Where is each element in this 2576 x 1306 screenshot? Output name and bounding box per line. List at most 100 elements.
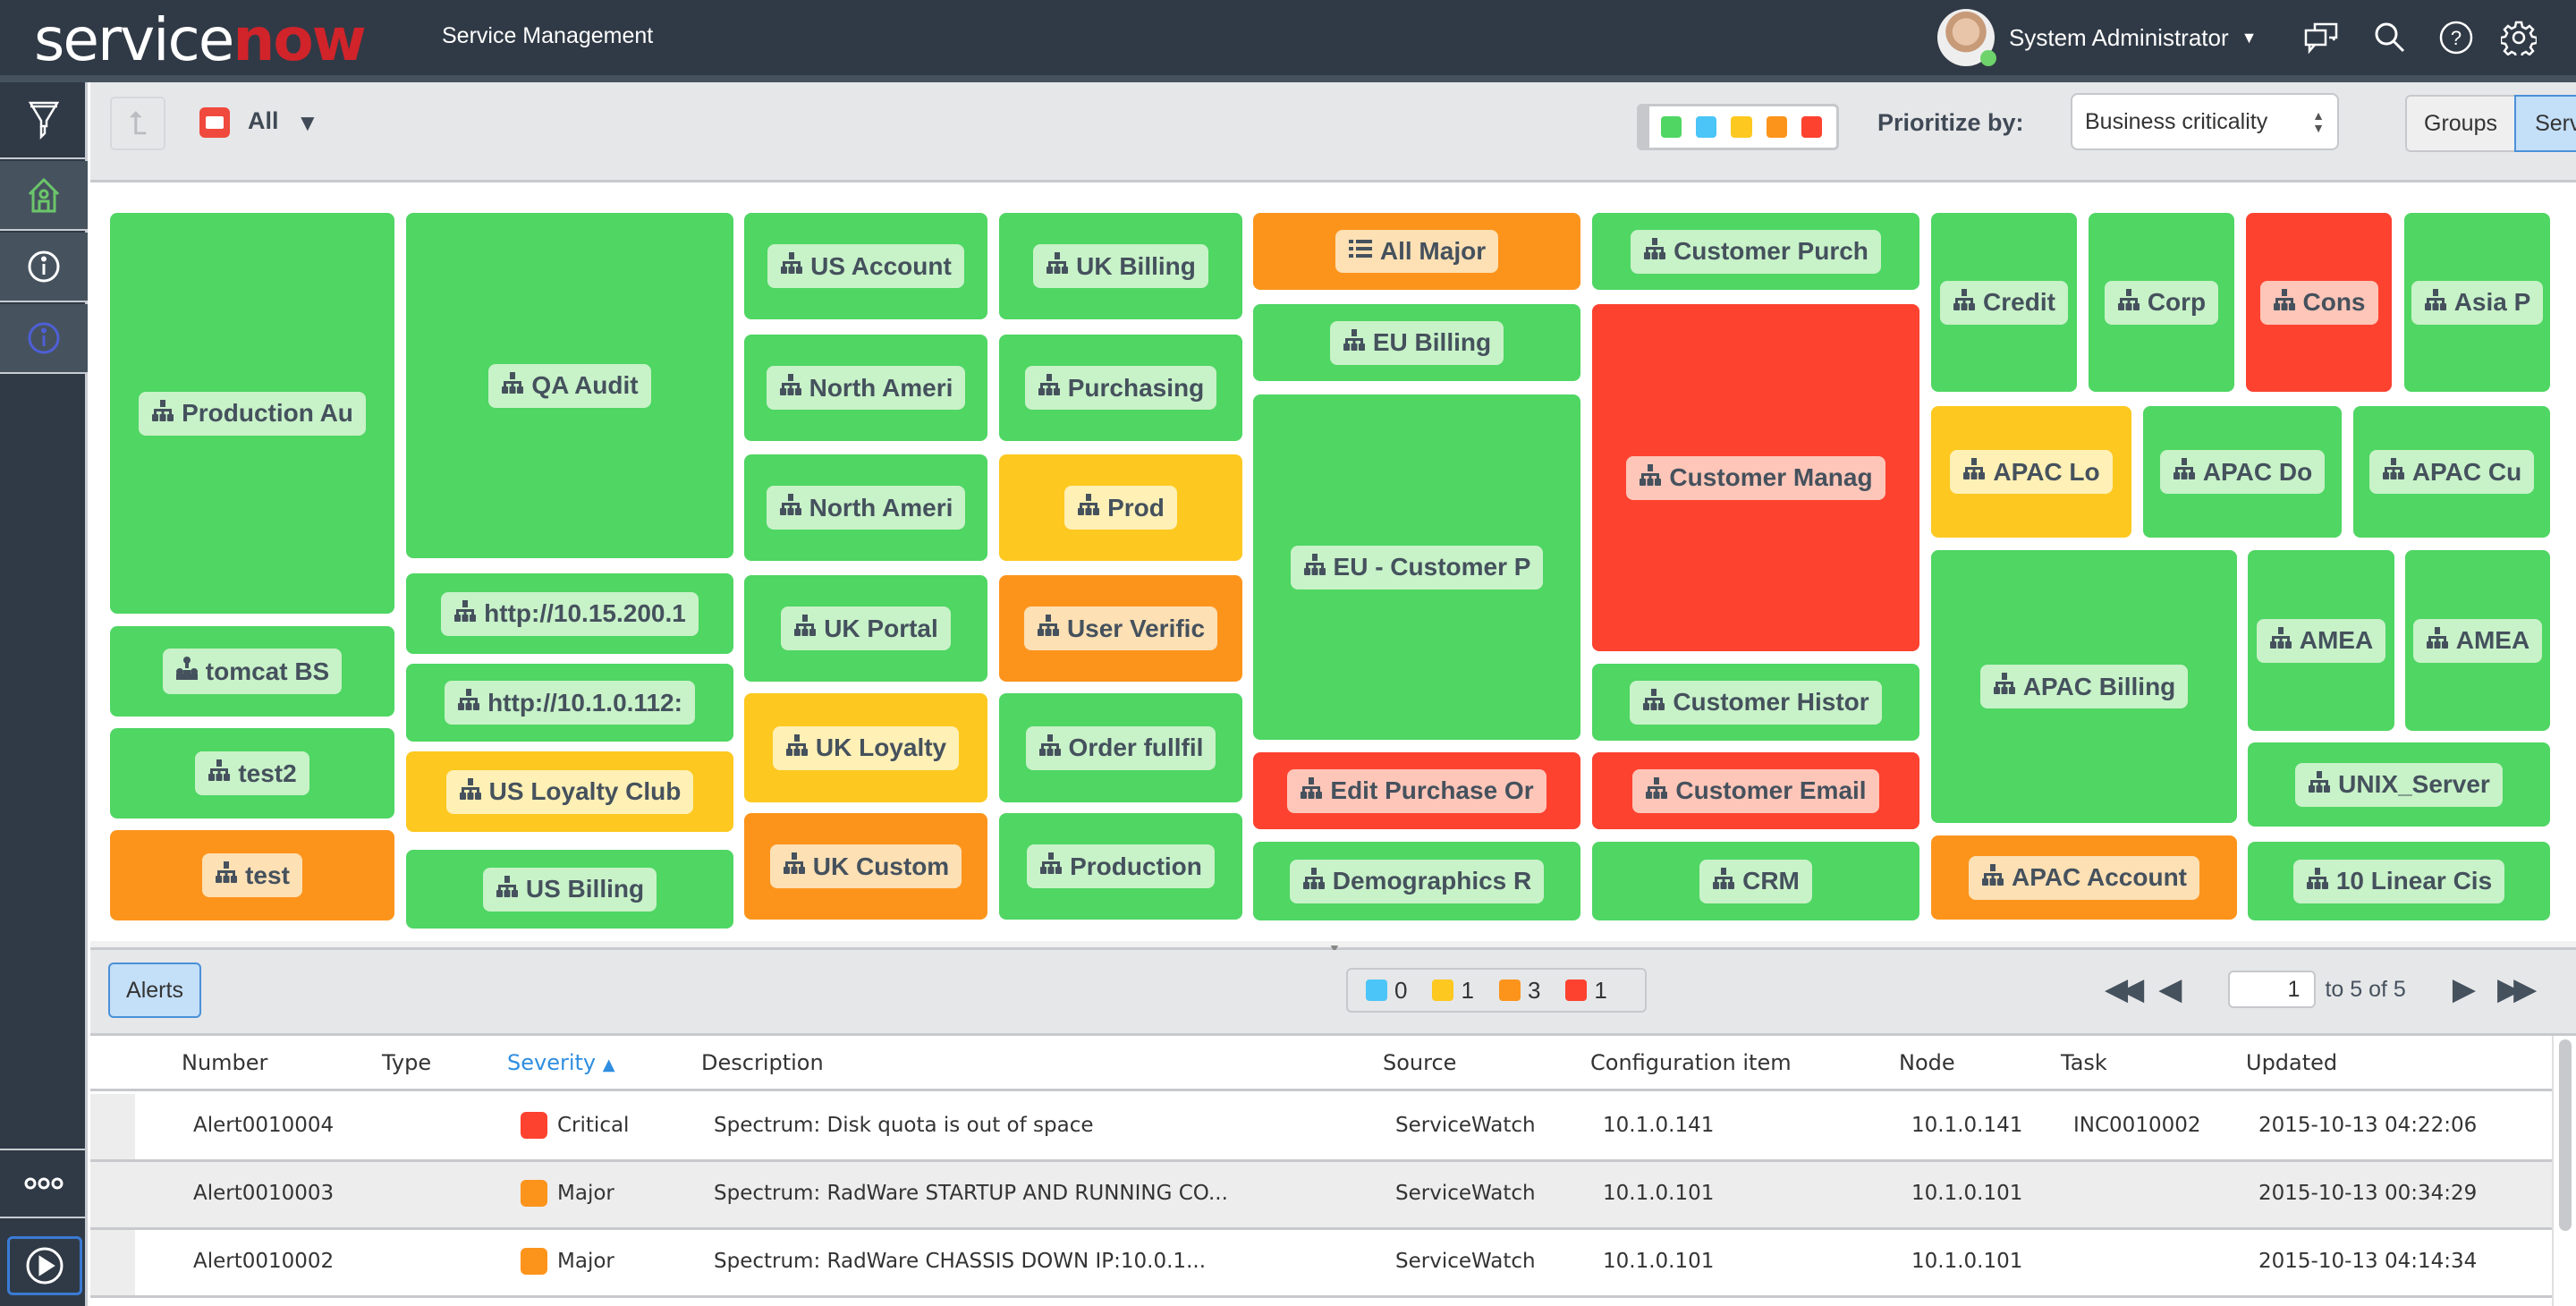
prev-page-button[interactable]: ◀: [2158, 971, 2182, 1007]
service-tile[interactable]: CRM: [1592, 842, 1919, 920]
service-tile[interactable]: Customer Manag: [1592, 304, 1919, 651]
service-tile[interactable]: tomcat BS: [110, 626, 394, 717]
service-tile[interactable]: test2: [110, 728, 394, 818]
prioritize-select[interactable]: Business criticality ▲ ▼: [2071, 93, 2339, 150]
row-selector[interactable]: [90, 1162, 135, 1227]
service-tile[interactable]: Corp: [2089, 213, 2234, 392]
service-tile[interactable]: http://10.1.0.112:: [406, 664, 733, 742]
row-selector[interactable]: [90, 1094, 135, 1159]
filter-swatch-info[interactable]: [1696, 116, 1717, 138]
service-tile[interactable]: UNIX_Server: [2248, 742, 2550, 827]
service-tile[interactable]: UK Loyalty: [744, 693, 987, 802]
service-tile[interactable]: UK Custom: [744, 813, 987, 920]
service-tile[interactable]: Production: [999, 813, 1242, 920]
play-button[interactable]: [7, 1236, 82, 1295]
column-header-source[interactable]: Source: [1383, 1050, 1456, 1075]
view-groups-button[interactable]: Groups: [2405, 95, 2516, 152]
alerts-tab[interactable]: Alerts: [108, 963, 201, 1018]
service-tile[interactable]: Purchasing: [999, 335, 1242, 441]
column-header-number[interactable]: Number: [182, 1050, 267, 1075]
severity-count-item[interactable]: 1: [1432, 977, 1474, 1005]
user-menu[interactable]: System Administrator ▼: [1937, 7, 2257, 68]
service-tile[interactable]: APAC Lo: [1931, 406, 2131, 538]
service-tile[interactable]: North Ameri: [744, 454, 987, 561]
service-tile[interactable]: Customer Histor: [1592, 664, 1919, 741]
service-tile[interactable]: Asia P: [2404, 213, 2550, 392]
service-tile[interactable]: AMEA: [2405, 550, 2550, 731]
service-tile[interactable]: Order fullfil: [999, 693, 1242, 802]
alert-number[interactable]: Alert0010004: [193, 1114, 334, 1137]
column-header-type[interactable]: Type: [382, 1050, 431, 1075]
service-tile[interactable]: All Major: [1253, 213, 1580, 290]
search-icon[interactable]: [2370, 18, 2410, 57]
service-tile[interactable]: AMEA: [2248, 550, 2394, 731]
service-tile[interactable]: EU - Customer P: [1253, 394, 1580, 740]
table-row[interactable]: Alert0010003 Major Spectrum: RadWare START…: [90, 1162, 2552, 1230]
service-tile[interactable]: Customer Purch: [1592, 213, 1919, 290]
nav-info[interactable]: [0, 233, 88, 302]
servicenow-logo[interactable]: service now: [34, 5, 367, 74]
next-page-button[interactable]: ▶: [2453, 971, 2476, 1007]
column-header-description[interactable]: Description: [701, 1050, 824, 1075]
service-tile[interactable]: US Loyalty Club: [406, 751, 733, 832]
last-page-button[interactable]: ▶▶: [2497, 971, 2537, 1007]
navigate-up-button[interactable]: ⮤: [110, 97, 165, 150]
service-tile[interactable]: EU Billing: [1253, 304, 1580, 381]
service-tile[interactable]: North Ameri: [744, 335, 987, 441]
panel-splitter[interactable]: ▼: [90, 941, 2576, 955]
severity-color-filter[interactable]: [1637, 104, 1839, 150]
service-tile[interactable]: US Billing: [406, 850, 733, 929]
nav-home[interactable]: [0, 161, 88, 231]
service-tile[interactable]: Cons: [2246, 213, 2392, 392]
severity-count-item[interactable]: 0: [1366, 977, 1407, 1005]
service-tile[interactable]: QA Audit: [406, 213, 733, 558]
help-icon[interactable]: ?: [2436, 18, 2476, 57]
service-tile[interactable]: Edit Purchase Or: [1253, 752, 1580, 829]
row-selector[interactable]: [90, 1230, 135, 1295]
filter-swatch-ok[interactable]: [1661, 116, 1682, 138]
column-header-configuration-item[interactable]: Configuration item: [1590, 1050, 1792, 1075]
service-tile[interactable]: Customer Email: [1592, 752, 1919, 829]
table-row[interactable]: Alert0010004 Critical Spectrum: Disk quota…: [90, 1094, 2552, 1162]
column-header-task[interactable]: Task: [2061, 1050, 2107, 1075]
nav-more[interactable]: [0, 1149, 88, 1218]
table-row[interactable]: Alert0010002 Major Spectrum: RadWare CHASS…: [90, 1230, 2552, 1298]
filter-swatch-minor[interactable]: [1731, 116, 1752, 138]
view-services-button[interactable]: Services: [2514, 95, 2576, 152]
service-tile[interactable]: APAC Account: [1931, 835, 2237, 920]
service-tile[interactable]: APAC Do: [2143, 406, 2342, 538]
service-tile[interactable]: Credit: [1931, 213, 2077, 392]
service-tile[interactable]: UK Billing: [999, 213, 1242, 319]
service-tile[interactable]: User Verific: [999, 575, 1242, 682]
filter-swatch-major[interactable]: [1766, 116, 1787, 138]
service-tile[interactable]: Production Au: [110, 213, 394, 614]
group-selector-label[interactable]: All: [248, 107, 279, 135]
service-tile[interactable]: Demographics R: [1253, 842, 1580, 920]
alert-task[interactable]: INC0010002: [2073, 1114, 2200, 1137]
severity-count-item[interactable]: 3: [1498, 977, 1540, 1005]
filter-drag-handle[interactable]: [1637, 104, 1649, 150]
service-tile[interactable]: APAC Cu: [2353, 406, 2550, 538]
severity-count-item[interactable]: 1: [1565, 977, 1607, 1005]
service-tile[interactable]: UK Portal: [744, 575, 987, 682]
scrollbar-thumb[interactable]: [2559, 1039, 2572, 1231]
service-tile[interactable]: http://10.15.200.1: [406, 573, 733, 654]
nav-filter[interactable]: [0, 82, 88, 159]
service-tile[interactable]: US Account: [744, 213, 987, 319]
column-header-updated[interactable]: Updated: [2246, 1050, 2337, 1075]
first-page-button[interactable]: ◀◀: [2105, 971, 2144, 1007]
group-selector-caret-icon[interactable]: ▼: [296, 109, 319, 137]
column-header-severity[interactable]: Severity ▲: [507, 1050, 615, 1075]
filter-swatch-critical[interactable]: [1801, 116, 1823, 138]
table-scrollbar[interactable]: [2552, 1036, 2576, 1306]
nav-info-secondary[interactable]: [0, 304, 88, 374]
page-number-input[interactable]: [2228, 971, 2317, 1008]
connect-chat-icon[interactable]: [2302, 18, 2342, 57]
service-tile[interactable]: 10 Linear Cis: [2248, 842, 2550, 920]
alert-number[interactable]: Alert0010002: [193, 1250, 334, 1273]
service-tile[interactable]: APAC Billing: [1931, 550, 2237, 823]
service-tile[interactable]: test: [110, 830, 394, 920]
service-tile[interactable]: Prod: [999, 454, 1242, 561]
column-header-node[interactable]: Node: [1899, 1050, 1955, 1075]
alert-number[interactable]: Alert0010003: [193, 1182, 334, 1205]
